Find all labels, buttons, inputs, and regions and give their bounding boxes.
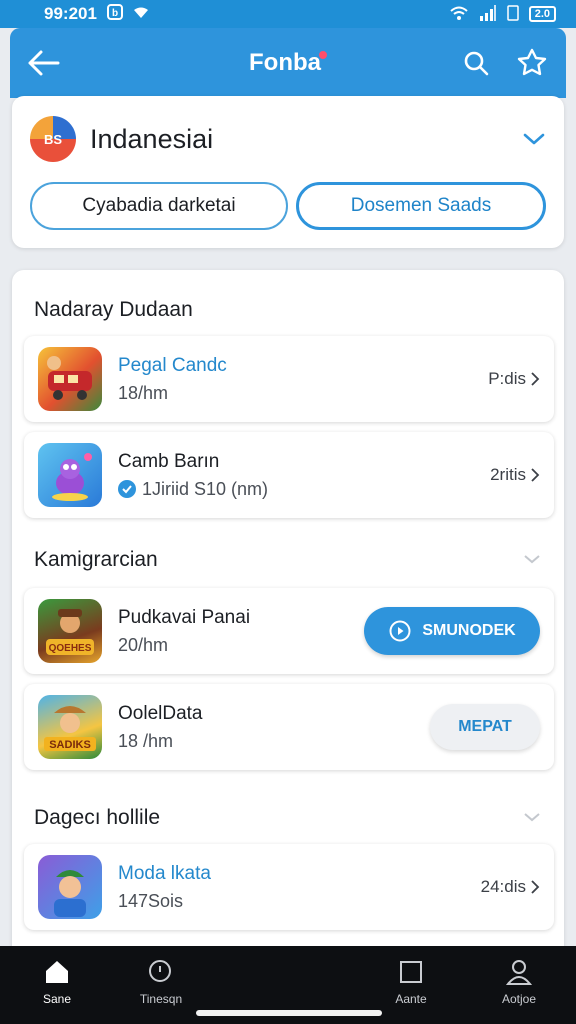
svg-text:b: b [112,8,118,19]
svg-text:QOEHES: QOEHES [49,643,92,654]
status-bar: 99:201 b 2.0 [0,0,576,28]
language-selector[interactable]: BS Indanesiai [30,114,546,164]
filter-pill-left[interactable]: Cyabadia darketai [30,182,288,230]
item-meta: 2ritis [490,465,540,485]
home-indicator[interactable] [196,1010,382,1016]
filter-pill-right[interactable]: Dosemen Saads [296,182,546,230]
nav-item-profile[interactable]: Aotjoe [474,958,564,1006]
favorite-button[interactable] [512,43,552,83]
location-icon [133,4,149,24]
item-name: Moda lkata [118,862,211,884]
item-name: Pegal Candc [118,354,227,376]
chevron-down-icon[interactable] [522,552,542,566]
signal-icon [479,4,497,24]
play-button[interactable]: SMUNODEK [364,607,540,655]
svg-text:SADIKS: SADIKS [49,739,91,751]
list-item[interactable]: Camb Barın 1Jiriid S10 (nm) 2ritis [24,432,554,518]
status-time: 99:201 [44,4,97,23]
game-thumbnail-icon [38,443,102,507]
play-circle-icon [389,620,411,642]
square-icon [400,961,422,983]
item-name: Pudkavai Panai [118,606,251,628]
list-item[interactable]: SADIKS OolelData 18 /hm MEPAT [24,684,554,770]
item-meta: 24:dis [481,877,540,897]
game-thumbnail-icon: QOEHES [38,599,102,663]
game-thumbnail-icon [38,347,102,411]
chevron-right-icon [531,880,540,894]
back-button[interactable] [24,43,64,83]
item-name: OolelData [118,702,203,724]
back-arrow-icon [28,50,60,76]
section-title: Nadaray Dudaan [34,298,193,321]
profile-icon [505,960,533,985]
app-bar: Fonba [10,28,566,98]
section-title: Dagecı hollile [34,806,161,829]
chevron-down-icon [523,133,545,145]
nav-item-home[interactable]: Sane [12,958,102,1006]
list-item[interactable]: Moda lkata 147Sois 24:dis [24,844,554,930]
notification-dot [319,51,327,59]
list-item[interactable]: QOEHES Pudkavai Panai 20/hm SMUNODEK [24,588,554,674]
search-icon [149,960,171,982]
battery-icon: 2.0 [528,6,556,22]
game-list-card: Nadaray Dudaan Pegal Candc 18/hm P:dis C… [12,270,564,960]
sim-icon [506,4,519,24]
item-subtitle: 18 /hm [118,730,174,751]
item-subtitle: 1Jiriid S10 (nm) [142,478,269,499]
search-icon [464,51,489,76]
section-title: Kamigrarcian [34,548,158,571]
nav-item-apps[interactable]: Aante [366,958,456,1006]
game-thumbnail-icon [38,855,102,919]
wifi-icon [449,5,469,24]
chevron-right-icon [531,468,540,482]
home-icon [46,961,68,983]
language-card: BS Indanesiai Cyabadia darketai Dosemen … [12,96,564,248]
chevron-down-icon[interactable] [522,810,542,824]
list-item[interactable]: Pegal Candc 18/hm P:dis [24,336,554,422]
item-subtitle: 18/hm [118,382,169,403]
game-thumbnail-icon: SADIKS [38,695,102,759]
action-button[interactable]: MEPAT [430,704,540,750]
item-name: Camb Barın [118,450,220,472]
star-icon [517,48,547,76]
language-name: Indanesiai [90,123,214,154]
chevron-right-icon [531,372,540,386]
item-subtitle: 20/hm [118,634,169,655]
notification-icon: b [106,3,123,25]
search-button[interactable] [456,43,496,83]
item-meta: P:dis [488,369,540,389]
nav-item-search[interactable]: Tinesqn [116,958,206,1006]
item-subtitle: 147Sois [118,890,184,911]
language-logo: BS [30,116,76,162]
verified-check-icon [118,480,136,498]
